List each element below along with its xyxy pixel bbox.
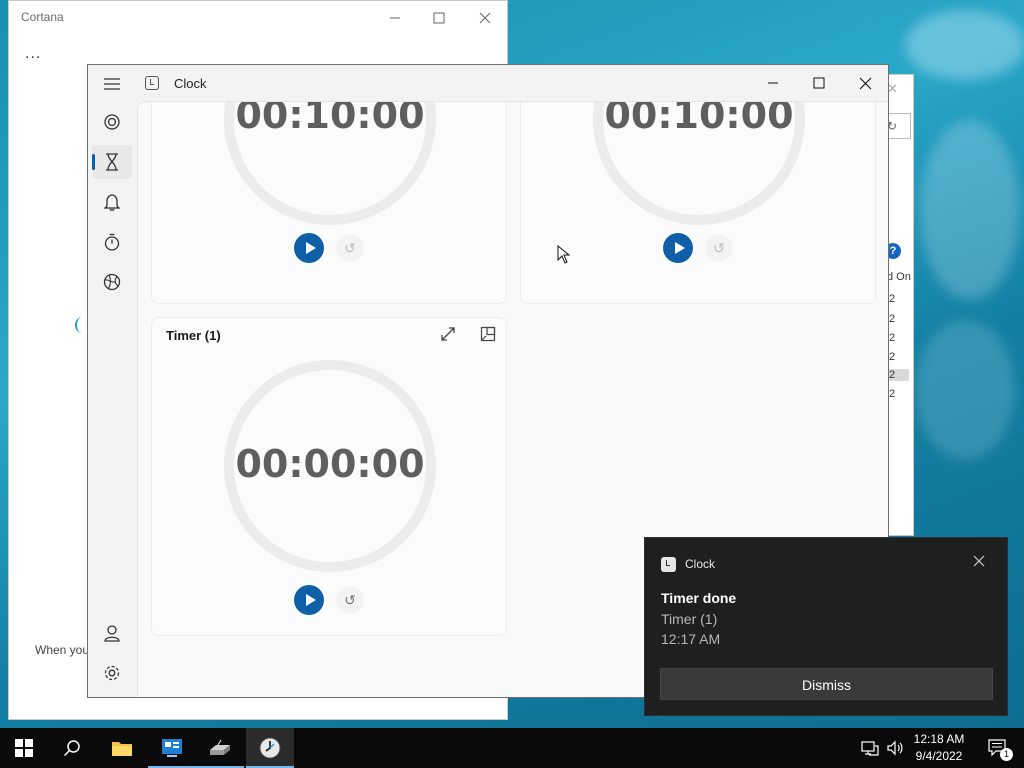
list-item[interactable]: 2 bbox=[889, 313, 895, 325]
clock-window-title: Clock bbox=[174, 76, 207, 91]
timer-done-notification[interactable]: Clock Timer done Timer (1) 12:17 AM Dism… bbox=[644, 537, 1008, 716]
nav-timer[interactable] bbox=[92, 145, 132, 179]
minimize-icon bbox=[390, 17, 400, 19]
focus-sessions-icon bbox=[104, 114, 120, 130]
notification-close-button[interactable] bbox=[973, 554, 985, 571]
column-header-modified[interactable]: d On bbox=[887, 271, 911, 283]
mouse-cursor-icon bbox=[557, 245, 571, 264]
timer-reset-button[interactable]: ↺ bbox=[705, 234, 733, 262]
nav-focus-sessions[interactable] bbox=[92, 105, 132, 139]
taskbar: 12:18 AM 9/4/2022 1 bbox=[0, 728, 1024, 768]
taskbar-clock-date[interactable]: 9/4/2022 bbox=[908, 749, 970, 763]
desktop-wallpaper-highlight bbox=[915, 320, 1015, 460]
maximize-icon bbox=[813, 77, 825, 89]
timer-card[interactable]: 00:10:00 ↺ bbox=[151, 101, 507, 304]
server-manager-icon bbox=[162, 739, 182, 757]
cortana-maximize-button[interactable] bbox=[429, 9, 449, 27]
clock-app-icon bbox=[259, 737, 281, 759]
timer-start-button[interactable] bbox=[294, 233, 324, 263]
timer-time-display: 00:10:00 bbox=[235, 101, 425, 137]
network-device-icon bbox=[210, 739, 230, 755]
world-clock-icon bbox=[103, 273, 121, 291]
settings-icon bbox=[104, 665, 120, 681]
search-button[interactable] bbox=[48, 728, 96, 768]
taskbar-file-explorer[interactable] bbox=[98, 728, 146, 768]
list-item[interactable]: 2 bbox=[889, 332, 895, 344]
alarm-icon bbox=[104, 194, 120, 211]
start-button[interactable] bbox=[0, 728, 48, 768]
nav-alarm[interactable] bbox=[92, 185, 132, 219]
taskbar-network-app[interactable] bbox=[196, 728, 244, 768]
desktop-wallpaper bbox=[905, 10, 1024, 80]
list-item[interactable]: 2 bbox=[889, 293, 895, 305]
keep-on-top-button[interactable] bbox=[480, 326, 496, 347]
timer-icon bbox=[106, 153, 118, 171]
cortana-footer-text: When you bbox=[35, 643, 90, 657]
taskbar-clock-time[interactable]: 12:18 AM bbox=[908, 732, 970, 746]
timer-card[interactable]: Timer (1) 00:00:00 ↺ bbox=[151, 317, 507, 636]
expand-icon bbox=[441, 327, 455, 341]
notification-app-name: Clock bbox=[685, 557, 716, 571]
taskbar-server-manager[interactable] bbox=[148, 728, 196, 768]
clock-titlebar[interactable]: Clock bbox=[88, 65, 888, 101]
notification-heading: Timer done bbox=[661, 590, 737, 606]
cortana-minimize-button[interactable] bbox=[385, 9, 405, 27]
desktop-wallpaper-highlight bbox=[920, 120, 1020, 300]
timer-reset-button[interactable]: ↺ bbox=[336, 234, 364, 262]
clock-navigation bbox=[88, 65, 136, 697]
close-icon bbox=[973, 555, 985, 567]
volume-icon bbox=[887, 740, 903, 756]
nav-account[interactable] bbox=[92, 616, 132, 650]
network-icon bbox=[861, 741, 879, 756]
nav-stopwatch[interactable] bbox=[92, 225, 132, 259]
timer-reset-button[interactable]: ↺ bbox=[336, 586, 364, 614]
clock-app-icon bbox=[145, 76, 159, 90]
network-tray-button[interactable] bbox=[858, 728, 882, 768]
notification-timer-name: Timer (1) bbox=[661, 611, 718, 627]
clock-maximize-button[interactable] bbox=[804, 71, 834, 95]
close-icon bbox=[479, 12, 491, 24]
close-icon bbox=[859, 77, 871, 89]
notification-count-badge: 1 bbox=[1000, 748, 1013, 761]
action-center-button[interactable]: 1 bbox=[978, 728, 1018, 768]
stopwatch-icon bbox=[104, 233, 120, 251]
list-item[interactable]: 2 bbox=[889, 351, 895, 363]
clock-close-button[interactable] bbox=[850, 71, 880, 95]
minimize-icon bbox=[768, 82, 778, 84]
timer-start-button[interactable] bbox=[663, 233, 693, 263]
timer-title: Timer (1) bbox=[166, 328, 221, 343]
list-item[interactable]: 2 bbox=[889, 388, 895, 400]
timer-time-display: 00:00:00 bbox=[235, 442, 425, 486]
maximize-icon bbox=[433, 12, 445, 24]
dismiss-button[interactable]: Dismiss bbox=[660, 668, 993, 700]
keep-on-top-icon bbox=[480, 326, 496, 342]
folder-icon bbox=[112, 742, 132, 756]
nav-world-clock[interactable] bbox=[92, 265, 132, 299]
windows-logo-icon bbox=[15, 739, 33, 757]
cortana-title: Cortana bbox=[21, 10, 64, 24]
cortana-more-button[interactable]: ... bbox=[25, 45, 41, 63]
taskbar-clock[interactable] bbox=[246, 728, 294, 768]
account-icon bbox=[104, 625, 120, 642]
expand-button[interactable] bbox=[440, 326, 456, 347]
cortana-close-button[interactable] bbox=[475, 9, 495, 27]
timer-start-button[interactable] bbox=[294, 585, 324, 615]
search-icon bbox=[63, 740, 80, 757]
nav-settings[interactable] bbox=[92, 656, 132, 690]
clock-minimize-button[interactable] bbox=[758, 71, 788, 95]
timer-card[interactable]: 00:10:00 ↺ bbox=[520, 101, 876, 304]
timer-time-display: 00:10:00 bbox=[604, 101, 794, 137]
clock-app-icon bbox=[661, 557, 676, 572]
notification-time: 12:17 AM bbox=[661, 631, 721, 647]
volume-tray-button[interactable] bbox=[883, 728, 907, 768]
